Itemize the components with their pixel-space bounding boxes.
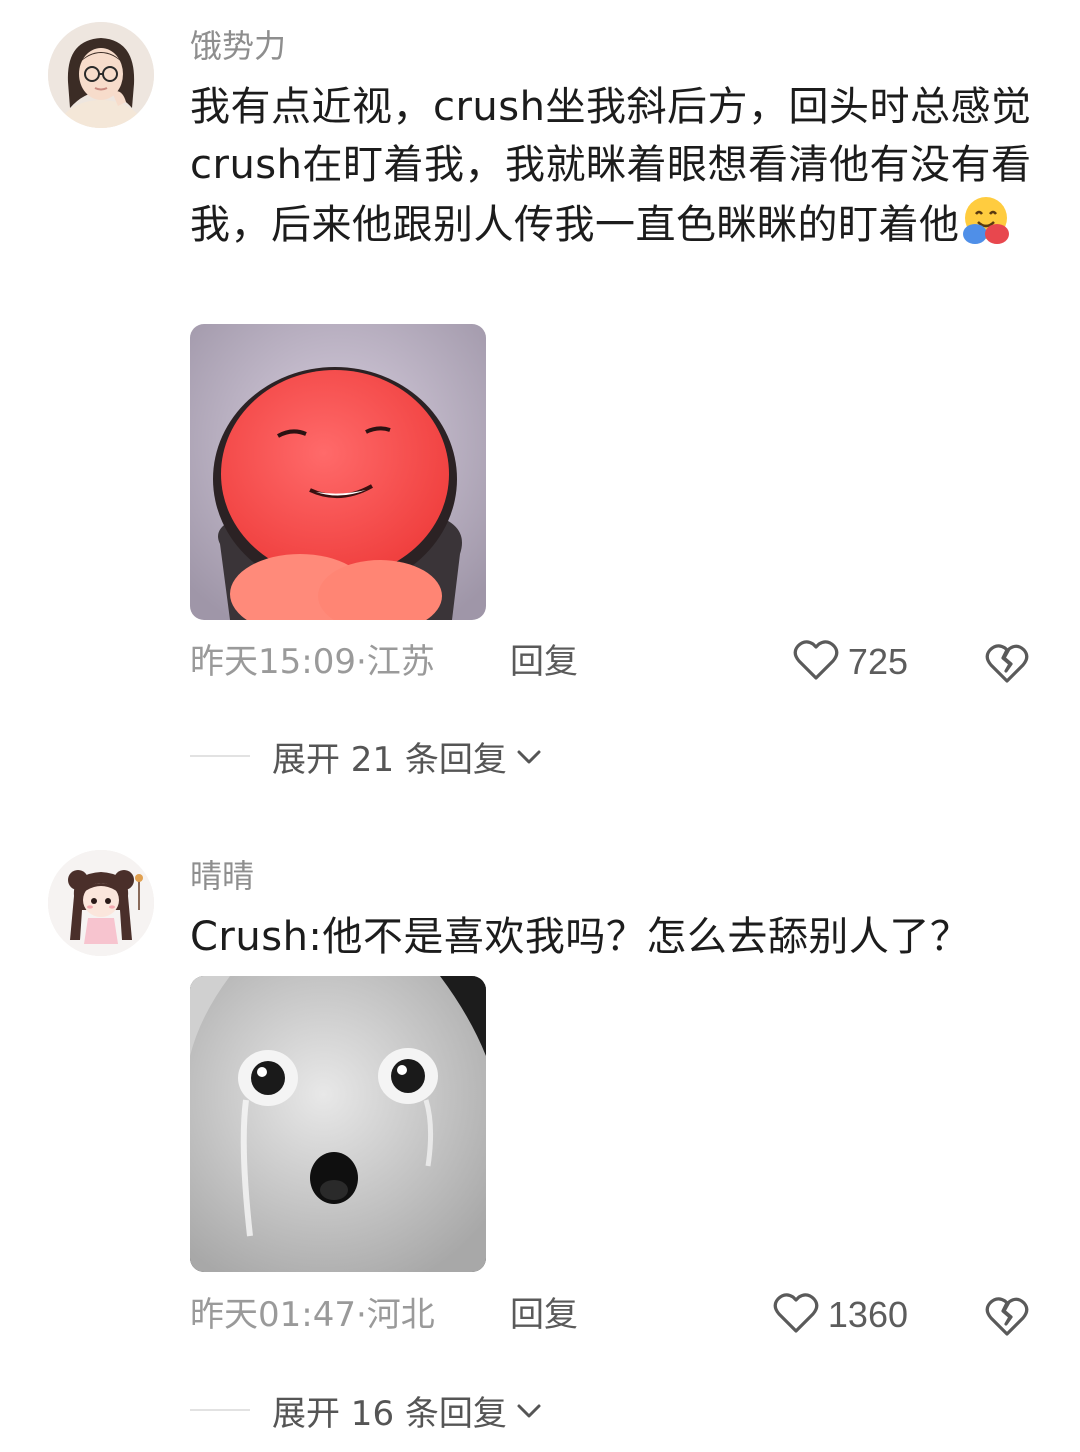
expand-replies-label: 展开 16 条回复	[272, 1393, 507, 1434]
username[interactable]: 晴晴	[190, 856, 254, 896]
expand-replies[interactable]: 展开 16 条回复	[190, 1388, 545, 1434]
like-button[interactable]: 1360	[772, 1293, 908, 1337]
chevron-down-icon	[513, 1394, 545, 1426]
comment-item: 晴晴 Crush:他不是喜欢我吗？怎么去舔别人了？ 昨天01:47·河北 回复 …	[0, 0, 1080, 1452]
avatar[interactable]	[48, 850, 154, 956]
divider	[190, 1409, 250, 1411]
dislike-button[interactable]	[984, 1294, 1030, 1338]
heart-outline-icon	[772, 1291, 820, 1339]
comment-text-content: Crush:他不是喜欢我吗？怎么去舔别人了？	[190, 914, 971, 960]
like-count: 1360	[827, 1294, 908, 1335]
sticker-image[interactable]	[190, 976, 486, 1272]
broken-heart-icon	[984, 1297, 1030, 1342]
comment-text: Crush:他不是喜欢我吗？怎么去舔别人了？	[190, 908, 1040, 966]
comment-time-location: 昨天01:47·河北	[190, 1295, 435, 1335]
reply-button[interactable]: 回复	[510, 1293, 578, 1337]
